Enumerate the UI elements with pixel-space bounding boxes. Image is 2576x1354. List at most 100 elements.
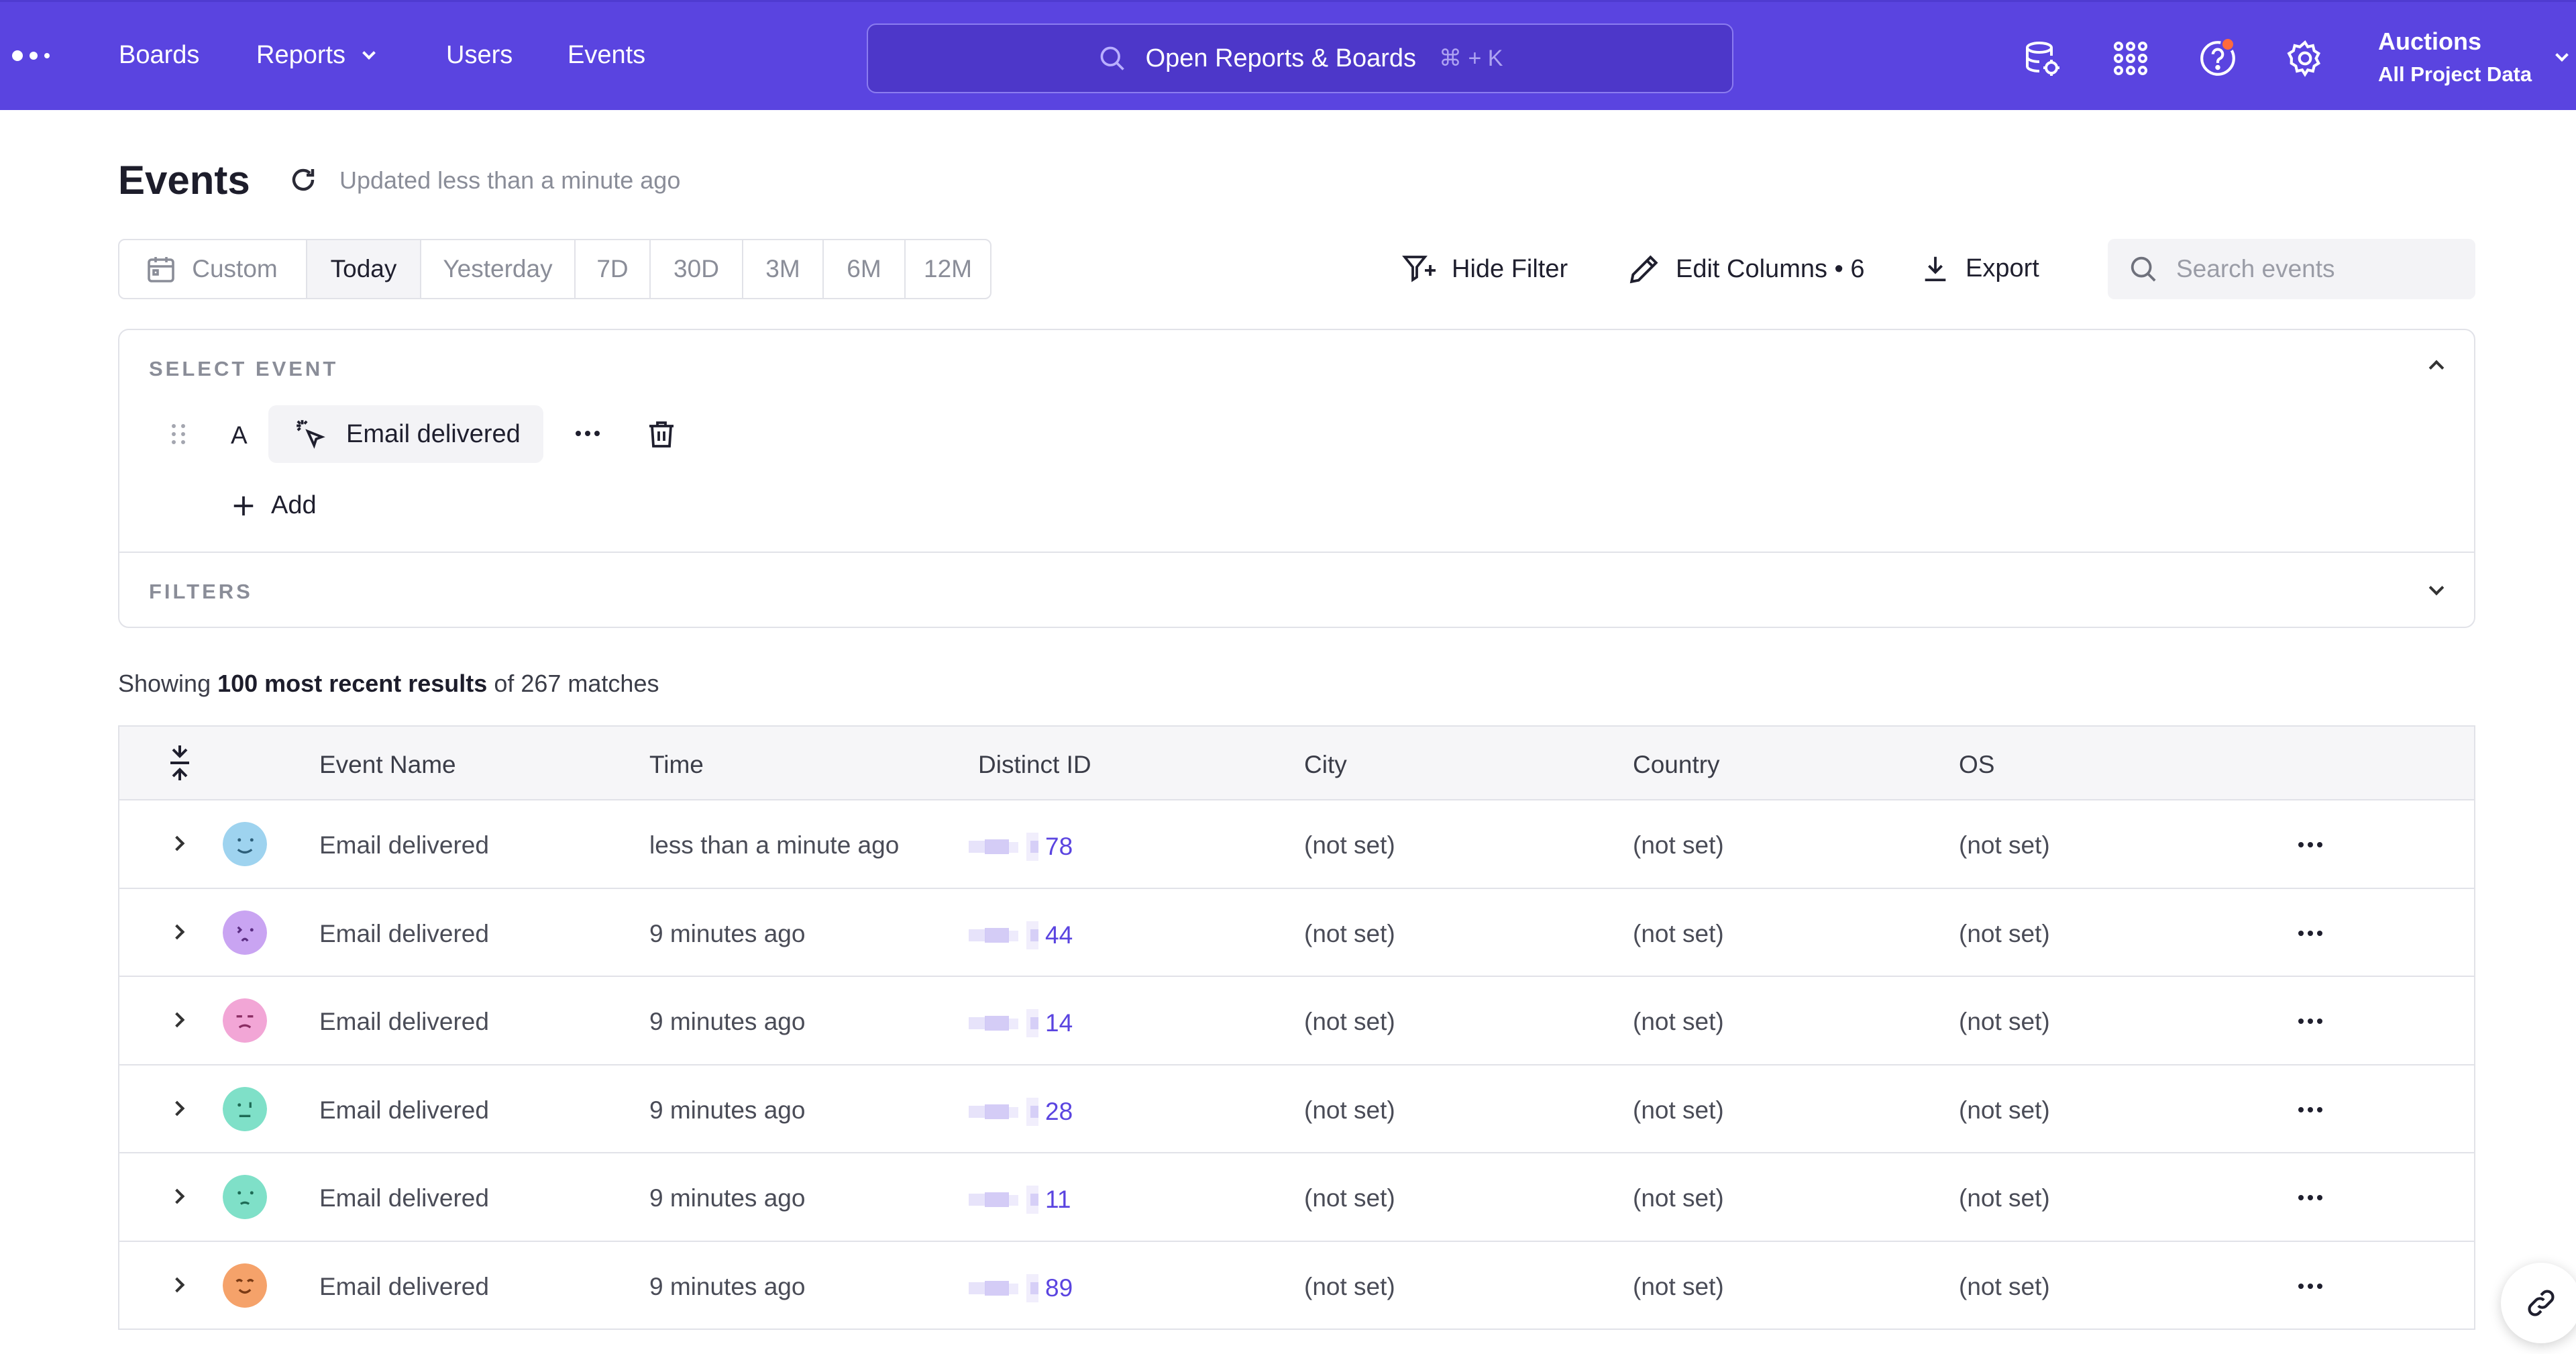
date-range-3m[interactable]: 3M: [743, 240, 824, 298]
project-selector[interactable]: Auctions All Project Data: [2378, 28, 2532, 87]
cell-event-name: Email delivered: [319, 1096, 489, 1124]
apps-grid-icon[interactable]: [2110, 38, 2151, 79]
avatar: [223, 1263, 267, 1308]
cell-distinct-id[interactable]: 11: [969, 1184, 1071, 1215]
date-range-custom[interactable]: Custom: [119, 240, 307, 298]
filters-heading: FILTERS: [149, 580, 253, 603]
event-query-panel: SELECT EVENT A Email delivered Add FILTE…: [118, 329, 2475, 628]
cell-distinct-id[interactable]: 78: [969, 831, 1073, 862]
date-range-yesterday[interactable]: Yesterday: [421, 240, 576, 298]
chevron-right-icon[interactable]: [169, 1188, 185, 1204]
nav-boards[interactable]: Boards: [119, 41, 199, 70]
date-range-3m-label: 3M: [765, 255, 800, 282]
chevron-down-icon[interactable]: [2555, 48, 2569, 62]
cell-country: (not set): [1633, 1272, 1724, 1300]
row-more-options-icon[interactable]: [2298, 1019, 2322, 1024]
cell-distinct-id[interactable]: 89: [969, 1273, 1073, 1304]
cell-distinct-id[interactable]: 28: [969, 1096, 1073, 1127]
cell-distinct-id[interactable]: 44: [969, 920, 1073, 951]
results-summary: Showing 100 most recent results of 267 m…: [118, 670, 659, 698]
help-icon[interactable]: [2198, 37, 2238, 79]
data-management-icon[interactable]: [2022, 38, 2062, 79]
drag-handle-icon[interactable]: [172, 424, 185, 444]
column-header-city[interactable]: City: [1304, 751, 1347, 779]
download-icon: [1925, 256, 1946, 282]
table-row[interactable]: Email delivered 9 minutes ago 44 (not se…: [119, 888, 2474, 977]
settings-icon[interactable]: [2285, 38, 2325, 79]
nav-users[interactable]: Users: [446, 41, 513, 70]
trash-icon[interactable]: [645, 417, 678, 451]
redacted-id: [969, 920, 1042, 951]
table-row[interactable]: Email delivered 9 minutes ago 11 (not se…: [119, 1153, 2474, 1242]
chevron-right-icon[interactable]: [169, 1100, 185, 1116]
summary-suffix: of 267 matches: [494, 670, 659, 697]
date-range-30d[interactable]: 30D: [651, 240, 743, 298]
collapse-all-icon[interactable]: [168, 745, 192, 780]
cursor-click-icon: [297, 420, 325, 449]
chevron-right-icon[interactable]: [169, 924, 185, 939]
row-more-options-icon[interactable]: [2298, 1106, 2322, 1112]
row-more-options-icon[interactable]: [2298, 842, 2322, 847]
cell-time: 9 minutes ago: [649, 919, 806, 947]
search-events-input[interactable]: [2176, 255, 2458, 283]
selected-event-label: Email delivered: [346, 419, 521, 448]
distinct-id-suffix: 44: [1045, 921, 1073, 949]
table-row[interactable]: Email delivered less than a minute ago 7…: [119, 800, 2474, 889]
cell-city: (not set): [1304, 831, 1395, 859]
date-range-today[interactable]: Today: [307, 240, 421, 298]
table-row[interactable]: Email delivered 9 minutes ago 14 (not se…: [119, 977, 2474, 1065]
date-range-6m[interactable]: 6M: [824, 240, 906, 298]
date-range-12m[interactable]: 12M: [906, 240, 990, 298]
project-name: Auctions: [2378, 28, 2482, 55]
table-row[interactable]: Email delivered 9 minutes ago 89 (not se…: [119, 1241, 2474, 1330]
date-range-12m-label: 12M: [924, 255, 972, 282]
link-icon: [2528, 1290, 2555, 1316]
cell-distinct-id[interactable]: 14: [969, 1008, 1073, 1039]
chevron-right-icon[interactable]: [169, 835, 185, 851]
row-more-options-icon[interactable]: [2298, 1283, 2322, 1289]
event-more-options-icon[interactable]: [576, 431, 600, 436]
date-range-custom-label: Custom: [192, 255, 278, 282]
row-more-options-icon[interactable]: [2298, 1195, 2322, 1200]
date-range-30d-label: 30D: [674, 255, 719, 282]
column-header-time[interactable]: Time: [649, 751, 704, 779]
chevron-right-icon[interactable]: [169, 1277, 185, 1292]
date-range-yesterday-label: Yesterday: [443, 255, 553, 282]
nav-events[interactable]: Events: [568, 41, 645, 70]
nav-users-label: Users: [446, 41, 513, 69]
global-search-label: Open Reports & Boards: [1145, 44, 1416, 72]
date-range-today-label: Today: [330, 255, 397, 282]
add-event-button[interactable]: Add: [231, 491, 317, 520]
column-header-event-name[interactable]: Event Name: [319, 751, 456, 779]
refresh-icon[interactable]: [287, 164, 319, 196]
cell-city: (not set): [1304, 1184, 1395, 1212]
date-range-7d[interactable]: 7D: [576, 240, 651, 298]
selected-event-chip[interactable]: Email delivered: [268, 405, 543, 463]
row-more-options-icon[interactable]: [2298, 930, 2322, 936]
chevron-right-icon[interactable]: [169, 1012, 185, 1028]
notification-dot: [2220, 37, 2235, 52]
nav-reports[interactable]: Reports: [256, 41, 376, 70]
column-header-os[interactable]: OS: [1959, 751, 1994, 779]
global-search-bar[interactable]: Open Reports & Boards ⌘ + K: [867, 23, 1733, 93]
cell-os: (not set): [1959, 919, 2050, 947]
edit-columns-button[interactable]: Edit Columns • 6: [1627, 252, 1865, 286]
copy-link-button[interactable]: [2501, 1263, 2576, 1343]
hide-filter-button[interactable]: Hide Filter: [1402, 252, 1568, 286]
cell-country: (not set): [1633, 919, 1724, 947]
export-button[interactable]: Export: [1920, 252, 2039, 284]
table-row[interactable]: Email delivered 9 minutes ago 28 (not se…: [119, 1065, 2474, 1153]
column-header-country[interactable]: Country: [1633, 751, 1720, 779]
cell-country: (not set): [1633, 1008, 1724, 1035]
summary-prefix: Showing: [118, 670, 211, 697]
column-header-distinct-id[interactable]: Distinct ID: [978, 751, 1091, 779]
avatar: [223, 910, 267, 955]
chevron-down-icon[interactable]: [2428, 580, 2445, 596]
chevron-up-icon[interactable]: [2428, 360, 2445, 376]
app-logo[interactable]: [12, 50, 50, 61]
table-body: Email delivered less than a minute ago 7…: [119, 800, 2474, 1330]
redacted-id: [969, 1008, 1042, 1039]
cell-event-name: Email delivered: [319, 1184, 489, 1212]
cell-event-name: Email delivered: [319, 919, 489, 947]
distinct-id-suffix: 78: [1045, 833, 1073, 860]
